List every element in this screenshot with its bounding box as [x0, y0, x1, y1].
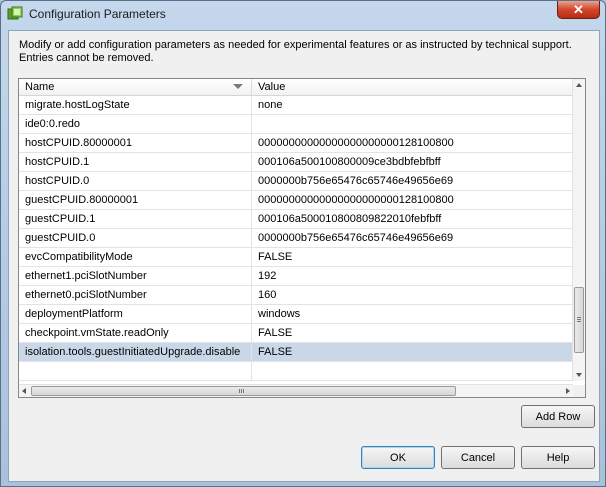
- table-row[interactable]: guestCPUID.1 000106a500010800809822010feb…: [19, 210, 573, 229]
- param-value-cell[interactable]: none: [252, 96, 573, 114]
- param-name-cell[interactable]: deploymentPlatform: [19, 305, 252, 323]
- param-value-cell[interactable]: 0000000b756e65476c65746e49656e69: [252, 172, 573, 190]
- param-value-cell[interactable]: [252, 115, 573, 133]
- parameters-table: Name Value migrate.hostLogState none ide0:…: [18, 78, 586, 398]
- column-header-value[interactable]: Value: [252, 79, 573, 95]
- column-header-name-label: Name: [25, 81, 55, 93]
- grip-line: [577, 317, 581, 318]
- param-value-cell[interactable]: 0000000b756e65476c65746e49656e69: [252, 229, 573, 247]
- sort-arrow-icon: [233, 84, 243, 89]
- table-row[interactable]: [19, 362, 573, 381]
- param-name-cell[interactable]: hostCPUID.1: [19, 153, 252, 171]
- param-value-cell[interactable]: 000106a500010800809822010febfbff: [252, 210, 573, 228]
- column-header-value-label: Value: [258, 81, 286, 93]
- title-bar[interactable]: Configuration Parameters ✕: [1, 1, 605, 27]
- param-value-cell[interactable]: [252, 362, 573, 380]
- grip-line: [239, 389, 240, 393]
- table-row[interactable]: ethernet0.pciSlotNumber 160: [19, 286, 573, 305]
- vertical-scroll-thumb[interactable]: [574, 287, 584, 353]
- table-row[interactable]: guestCPUID.0 0000000b756e65476c65746e4965…: [19, 229, 573, 248]
- param-name-cell[interactable]: guestCPUID.80000001: [19, 191, 252, 209]
- scrollbar-corner: [573, 385, 585, 397]
- param-name-cell[interactable]: guestCPUID.1: [19, 210, 252, 228]
- configuration-parameters-dialog: Configuration Parameters ✕ Modify or add…: [0, 0, 606, 487]
- param-value-cell[interactable]: 192: [252, 267, 573, 285]
- table-row[interactable]: checkpoint.vmState.readOnly FALSE: [19, 324, 573, 343]
- grip-line: [241, 389, 242, 393]
- table-row[interactable]: ethernet1.pciSlotNumber 192: [19, 267, 573, 286]
- scroll-left-arrow-icon[interactable]: [22, 388, 26, 394]
- param-value-cell[interactable]: FALSE: [252, 248, 573, 266]
- scroll-right-arrow-icon[interactable]: [566, 388, 570, 394]
- table-row[interactable]: evcCompatibilityMode FALSE: [19, 248, 573, 267]
- ok-button[interactable]: OK: [361, 446, 435, 469]
- grip-line: [243, 389, 244, 393]
- horizontal-scroll-thumb[interactable]: [31, 386, 456, 396]
- window-title: Configuration Parameters: [29, 7, 166, 21]
- table-row[interactable]: hostCPUID.1 000106a500100800009ce3bdbfebf…: [19, 153, 573, 172]
- param-value-cell[interactable]: 00000000000000000000000128100800: [252, 191, 573, 209]
- table-row[interactable]: hostCPUID.80000001 0000000000000000000000…: [19, 134, 573, 153]
- param-value-cell[interactable]: FALSE: [252, 324, 573, 342]
- table-row[interactable]: deploymentPlatform windows: [19, 305, 573, 324]
- param-name-cell[interactable]: hostCPUID.0: [19, 172, 252, 190]
- param-name-cell[interactable]: [19, 362, 252, 380]
- param-name-cell[interactable]: evcCompatibilityMode: [19, 248, 252, 266]
- table-row[interactable]: ide0:0.redo: [19, 115, 573, 134]
- param-name-cell[interactable]: migrate.hostLogState: [19, 96, 252, 114]
- dialog-body: Modify or add configuration parameters a…: [8, 30, 600, 482]
- grip-line: [577, 321, 581, 322]
- help-button[interactable]: Help: [521, 446, 595, 469]
- scroll-down-arrow-icon[interactable]: [576, 373, 582, 377]
- param-name-cell[interactable]: ethernet0.pciSlotNumber: [19, 286, 252, 304]
- param-name-cell[interactable]: isolation.tools.guestInitiatedUpgrade.di…: [19, 343, 252, 361]
- param-value-cell[interactable]: 160: [252, 286, 573, 304]
- param-value-cell[interactable]: 00000000000000000000000128100800: [252, 134, 573, 152]
- param-name-cell[interactable]: ethernet1.pciSlotNumber: [19, 267, 252, 285]
- param-value-cell[interactable]: 000106a500100800009ce3bdbfebfbff: [252, 153, 573, 171]
- table-row[interactable]: isolation.tools.guestInitiatedUpgrade.di…: [19, 343, 573, 362]
- table-row[interactable]: hostCPUID.0 0000000b756e65476c65746e49656…: [19, 172, 573, 191]
- add-row-button[interactable]: Add Row: [521, 405, 595, 428]
- param-name-cell[interactable]: checkpoint.vmState.readOnly: [19, 324, 252, 342]
- grip-line: [577, 319, 581, 320]
- vsphere-app-icon: [7, 6, 23, 20]
- close-button[interactable]: ✕: [557, 1, 600, 19]
- table-row[interactable]: migrate.hostLogState none: [19, 96, 573, 115]
- param-value-cell[interactable]: FALSE: [252, 343, 573, 361]
- scroll-up-arrow-icon[interactable]: [576, 83, 582, 87]
- param-name-cell[interactable]: hostCPUID.80000001: [19, 134, 252, 152]
- param-name-cell[interactable]: guestCPUID.0: [19, 229, 252, 247]
- param-value-cell[interactable]: windows: [252, 305, 573, 323]
- table-rows: migrate.hostLogState none ide0:0.redo hostC…: [19, 96, 573, 381]
- cancel-button[interactable]: Cancel: [441, 446, 515, 469]
- description-text: Modify or add configuration parameters a…: [19, 39, 572, 64]
- horizontal-scrollbar[interactable]: [19, 384, 573, 397]
- table-row[interactable]: guestCPUID.80000001 000000000000000000000…: [19, 191, 573, 210]
- column-header-name[interactable]: Name: [19, 79, 252, 95]
- param-name-cell[interactable]: ide0:0.redo: [19, 115, 252, 133]
- vertical-scrollbar[interactable]: [572, 79, 585, 381]
- table-header: Name Value: [19, 79, 573, 96]
